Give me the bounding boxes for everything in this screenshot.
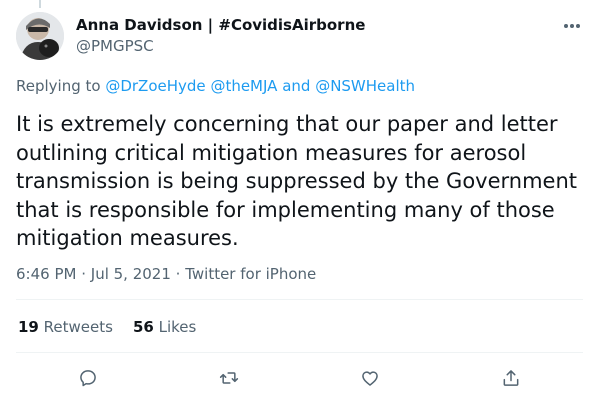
retweet-button[interactable] (217, 366, 241, 390)
retweet-icon (219, 372, 239, 384)
like-icon (362, 371, 378, 386)
reply-prefix: Replying to (16, 77, 106, 95)
author-handle[interactable]: @PMGPSC (76, 37, 154, 55)
meta-separator: · (170, 265, 186, 283)
more-options-icon (564, 24, 580, 28)
reply-icon (80, 370, 96, 387)
divider (16, 299, 583, 300)
divider (16, 352, 583, 353)
mention-and-link[interactable]: and (277, 77, 315, 95)
reply-context: Replying to @DrZoeHyde @theMJA and @NSWH… (16, 77, 415, 95)
retweets-label: Retweets (43, 318, 113, 336)
meta-separator: · (76, 265, 91, 283)
more-options-button[interactable] (560, 14, 584, 38)
tweet-text: It is extremely concerning that our pape… (16, 112, 578, 250)
likes-stat[interactable]: 56 Likes (133, 318, 196, 336)
likes-count: 56 (132, 318, 154, 336)
author-display-name[interactable]: Anna Davidson | #CovidisAirborne (76, 16, 365, 34)
mention-link-drzoehyde[interactable]: @DrZoeHyde (105, 77, 205, 95)
retweets-count: 19 (18, 318, 39, 336)
avatar-photo (16, 12, 64, 60)
tweet-time[interactable]: 6:46 PM (16, 265, 76, 283)
tweet-date[interactable]: Jul 5, 2021 (91, 265, 171, 283)
like-button[interactable] (358, 366, 382, 390)
avatar[interactable] (16, 12, 64, 60)
engagement-stats: 19 Retweets 56 Likes (18, 318, 196, 336)
tweet-source[interactable]: Twitter for iPhone (185, 265, 316, 283)
share-button[interactable] (499, 366, 523, 390)
mention-link-themja[interactable]: @theMJA (210, 77, 277, 95)
reply-button[interactable] (76, 366, 100, 390)
retweets-stat[interactable]: 19 Retweets (18, 318, 113, 336)
share-icon (503, 370, 519, 386)
tweet-meta: 6:46 PM · Jul 5, 2021 · Twitter for iPho… (16, 265, 316, 283)
thread-connector-line (39, 0, 41, 8)
mention-link-nswhealth[interactable]: @NSWHealth (315, 77, 415, 95)
likes-label: Likes (158, 318, 197, 336)
